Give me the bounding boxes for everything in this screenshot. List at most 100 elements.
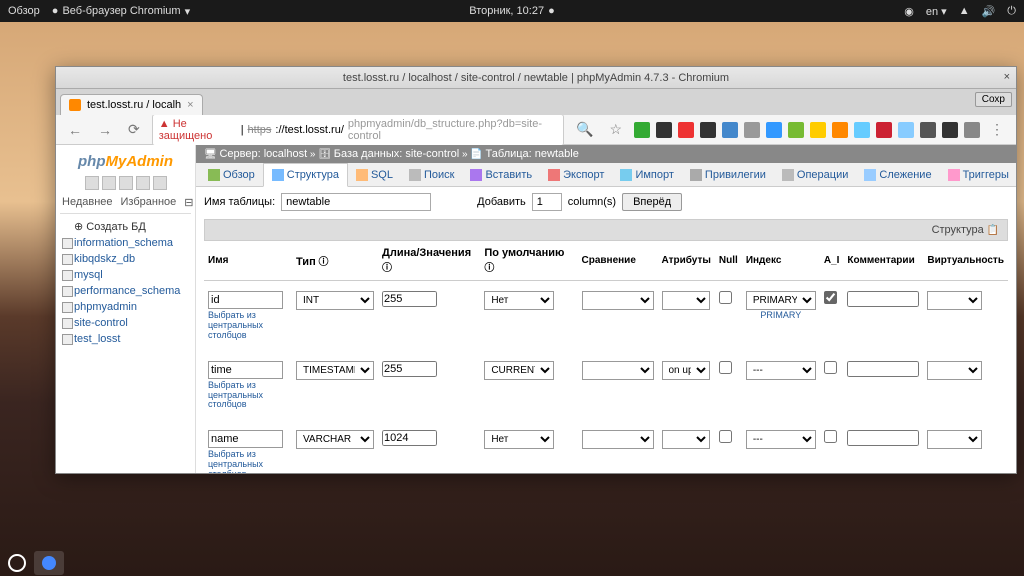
table-name-input[interactable] <box>281 193 431 211</box>
col-null-checkbox[interactable] <box>719 430 732 443</box>
ext-icon[interactable] <box>876 122 892 138</box>
col-type-select[interactable]: TIMESTAMP <box>296 361 374 380</box>
star-icon[interactable]: ☆ <box>605 119 626 140</box>
url-input[interactable]: ▲ Не защищено | https://test.losst.ru/ph… <box>152 114 564 146</box>
col-collation-select[interactable] <box>582 430 654 449</box>
col-name-input[interactable] <box>208 291 283 309</box>
col-default-select[interactable]: Нет <box>484 291 554 310</box>
tab-sql[interactable]: SQL <box>348 163 401 186</box>
tab-privileges[interactable]: Привилегии <box>682 163 774 186</box>
recent-tab[interactable]: Недавнее <box>62 196 113 209</box>
db-item[interactable]: information_schema <box>60 235 191 251</box>
col-virtuality-select[interactable] <box>927 430 982 449</box>
activities[interactable]: Обзор <box>8 5 40 17</box>
home-icon[interactable] <box>85 176 99 190</box>
ext-icon[interactable] <box>964 122 980 138</box>
col-comment-input[interactable] <box>847 430 919 446</box>
ext-icon[interactable] <box>766 122 782 138</box>
col-attr-select[interactable] <box>662 430 710 449</box>
col-name-input[interactable] <box>208 430 283 448</box>
menu-icon[interactable]: ⋮ <box>986 119 1008 140</box>
ext-icon[interactable] <box>744 122 760 138</box>
tab-search[interactable]: Поиск <box>401 163 462 186</box>
tab-browse[interactable]: Обзор <box>200 163 263 186</box>
volume-icon[interactable]: 🔊 <box>982 5 996 18</box>
db-item[interactable]: mysql <box>60 267 191 283</box>
add-cols-input[interactable] <box>532 193 562 211</box>
tab-insert[interactable]: Вставить <box>462 163 540 186</box>
pick-central-link[interactable]: Выбрать из центральных столбцов <box>208 381 288 411</box>
col-index-select[interactable]: PRIMARY <box>746 291 816 310</box>
tab-triggers[interactable]: Триггеры <box>940 163 1016 186</box>
col-null-checkbox[interactable] <box>719 291 732 304</box>
forward-icon[interactable]: → <box>94 120 116 140</box>
pick-central-link[interactable]: Выбрать из центральных столбцов <box>208 450 288 473</box>
ext-icon[interactable] <box>898 122 914 138</box>
docs-icon[interactable] <box>119 176 133 190</box>
ext-icon[interactable] <box>942 122 958 138</box>
a11y-icon[interactable]: ◉ <box>904 5 914 18</box>
col-type-select[interactable]: VARCHAR <box>296 430 374 449</box>
ext-icon[interactable] <box>678 122 694 138</box>
col-null-checkbox[interactable] <box>719 361 732 374</box>
col-name-input[interactable] <box>208 361 283 379</box>
back-icon[interactable]: ← <box>64 120 86 140</box>
snapshot-button[interactable]: Сохр <box>975 92 1012 107</box>
db-item[interactable]: site-control <box>60 315 191 331</box>
new-db[interactable]: ⊕ Создать БД <box>60 218 191 235</box>
col-index-select[interactable]: --- <box>746 361 816 380</box>
ext-icon[interactable] <box>832 122 848 138</box>
ext-icon[interactable] <box>854 122 870 138</box>
browser-tab[interactable]: test.losst.ru / localh × <box>60 94 203 115</box>
window-titlebar[interactable]: test.losst.ru / localhost / site-control… <box>56 67 1016 89</box>
tab-structure[interactable]: Структура <box>263 163 348 187</box>
col-ai-checkbox[interactable] <box>824 361 837 374</box>
ext-icon[interactable] <box>722 122 738 138</box>
col-comment-input[interactable] <box>847 291 919 307</box>
tab-operations[interactable]: Операции <box>774 163 856 186</box>
ext-icon[interactable] <box>920 122 936 138</box>
ext-icon[interactable] <box>656 122 672 138</box>
ext-icon[interactable] <box>634 122 650 138</box>
col-ai-checkbox[interactable] <box>824 430 837 443</box>
power-icon[interactable]: ⏻ <box>1007 5 1016 18</box>
col-length-input[interactable] <box>382 430 437 446</box>
col-type-select[interactable]: INT <box>296 291 374 310</box>
col-index-select[interactable]: --- <box>746 430 816 449</box>
col-length-input[interactable] <box>382 291 437 307</box>
col-ai-checkbox[interactable] <box>824 291 837 304</box>
db-item[interactable]: kibqdskz_db <box>60 251 191 267</box>
col-comment-input[interactable] <box>847 361 919 377</box>
tab-export[interactable]: Экспорт <box>540 163 612 186</box>
col-attr-select[interactable] <box>662 291 710 310</box>
reload-icon[interactable] <box>153 176 167 190</box>
clock[interactable]: Вторник, 10:27 ● <box>469 5 554 17</box>
lang-indicator[interactable]: en ▾ <box>926 5 947 18</box>
col-default-select[interactable]: Нет <box>484 430 554 449</box>
search-icon[interactable]: 🔍 <box>572 119 597 140</box>
db-item[interactable]: phpmyadmin <box>60 299 191 315</box>
app-menu[interactable]: ● Веб-браузер Chromium ▾ <box>52 5 190 18</box>
db-item[interactable]: test_losst <box>60 331 191 347</box>
logout-icon[interactable] <box>102 176 116 190</box>
pick-central-link[interactable]: Выбрать из центральных столбцов <box>208 311 288 341</box>
ext-icon[interactable] <box>788 122 804 138</box>
col-collation-select[interactable] <box>582 291 654 310</box>
dock-app[interactable] <box>34 551 64 575</box>
launcher-icon[interactable] <box>8 554 26 572</box>
col-default-select[interactable]: CURRENT_TIME <box>484 361 554 380</box>
go-button[interactable]: Вперёд <box>622 193 682 211</box>
favorites-tab[interactable]: Избранное <box>121 196 177 209</box>
ext-icon[interactable] <box>700 122 716 138</box>
close-icon[interactable]: × <box>1004 71 1010 83</box>
network-icon[interactable]: ▲ <box>959 5 970 17</box>
col-virtuality-select[interactable] <box>927 361 982 380</box>
settings-icon[interactable] <box>136 176 150 190</box>
col-collation-select[interactable] <box>582 361 654 380</box>
col-attr-select[interactable]: on update <box>662 361 710 380</box>
db-item[interactable]: performance_schema <box>60 283 191 299</box>
col-length-input[interactable] <box>382 361 437 377</box>
tab-import[interactable]: Импорт <box>612 163 681 186</box>
reload-icon[interactable]: ⟳ <box>124 119 144 140</box>
col-virtuality-select[interactable] <box>927 291 982 310</box>
